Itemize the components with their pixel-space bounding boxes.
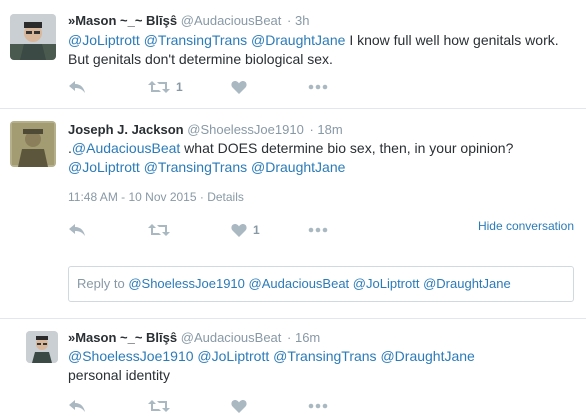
like-count: 1 bbox=[253, 223, 260, 237]
like-icon bbox=[231, 399, 247, 413]
reply-input[interactable]: Reply to @ShoelessJoe1910 @AudaciousBeat… bbox=[68, 266, 574, 302]
retweet-icon bbox=[148, 223, 170, 237]
tweet-time[interactable]: · 18m bbox=[309, 122, 342, 137]
avatar[interactable] bbox=[26, 331, 58, 363]
like-icon bbox=[231, 80, 247, 94]
tweet-timestamp[interactable]: 11:48 AM - 10 Nov 2015 bbox=[68, 190, 197, 204]
retweet-icon bbox=[148, 80, 170, 94]
tweet-actions bbox=[68, 396, 368, 416]
reply-icon bbox=[68, 80, 86, 94]
reply-icon bbox=[68, 223, 86, 237]
user-handle[interactable]: @AudaciousBeat bbox=[181, 330, 282, 345]
mention-link[interactable]: @TransingTrans bbox=[144, 32, 247, 48]
more-icon bbox=[308, 403, 328, 409]
tweet-header: Joseph J. Jackson @ShoelessJoe1910 · 18m bbox=[68, 122, 343, 137]
tweet-time[interactable]: · 16m bbox=[287, 330, 320, 345]
user-name[interactable]: Joseph J. Jackson bbox=[68, 122, 184, 137]
user-handle[interactable]: @ShoelessJoe1910 bbox=[187, 122, 304, 137]
reply-prefix: Reply to bbox=[77, 276, 125, 291]
mention-link[interactable]: @TransingTrans bbox=[273, 348, 376, 364]
user-name[interactable]: »Mason ~_~ Blīşŝ bbox=[68, 330, 177, 345]
details-link[interactable]: · Details bbox=[200, 190, 244, 204]
reply-mention: @ShoelessJoe1910 bbox=[128, 276, 245, 291]
reply-button[interactable] bbox=[68, 220, 86, 240]
mention-link[interactable]: @DraughtJane bbox=[251, 159, 345, 175]
more-icon bbox=[308, 84, 328, 90]
tweet-text: @JoLiptrott @TransingTrans @DraughtJane … bbox=[68, 31, 574, 69]
user-name[interactable]: »Mason ~_~ Blīşŝ bbox=[68, 13, 177, 28]
mention-link[interactable]: @JoLiptrott bbox=[68, 32, 140, 48]
tweet-text: @ShoelessJoe1910 @JoLiptrott @TransingTr… bbox=[68, 347, 508, 385]
tweet-actions: 1 bbox=[68, 77, 368, 97]
tweet-1: »Mason ~_~ Blīşŝ @AudaciousBeat · 3h @Jo… bbox=[0, 0, 586, 108]
more-button[interactable] bbox=[308, 77, 328, 97]
reply-mention: @DraughtJane bbox=[423, 276, 511, 291]
tweet-timestamp-line: 11:48 AM - 10 Nov 2015 · Details bbox=[68, 190, 244, 204]
reply-button[interactable] bbox=[68, 77, 86, 97]
retweet-icon bbox=[148, 399, 170, 413]
hide-conversation-link[interactable]: Hide conversation bbox=[478, 219, 574, 233]
mention-link[interactable]: @TransingTrans bbox=[144, 159, 247, 175]
more-button[interactable] bbox=[308, 396, 328, 416]
reply-button[interactable] bbox=[68, 396, 86, 416]
mention-link[interactable]: @JoLiptrott bbox=[197, 348, 269, 364]
mention-link[interactable]: @DraughtJane bbox=[380, 348, 474, 364]
mention-link[interactable]: @JoLiptrott bbox=[68, 159, 140, 175]
tweet-text: .@AudaciousBeat what DOES determine bio … bbox=[68, 139, 574, 177]
mention-link[interactable]: @AudaciousBeat bbox=[72, 140, 180, 156]
mention-link[interactable]: @ShoelessJoe1910 bbox=[68, 348, 194, 364]
mention-link[interactable]: @DraughtJane bbox=[251, 32, 345, 48]
like-button[interactable] bbox=[231, 77, 247, 97]
tweet-3: »Mason ~_~ Blīşŝ @AudaciousBeat · 16m @S… bbox=[0, 319, 586, 419]
tweet-body: personal identity bbox=[68, 367, 170, 383]
more-icon bbox=[308, 227, 328, 233]
reply-icon bbox=[68, 399, 86, 413]
reply-mention: @JoLiptrott bbox=[352, 276, 420, 291]
like-button[interactable] bbox=[231, 396, 247, 416]
avatar[interactable] bbox=[10, 14, 56, 60]
avatar[interactable] bbox=[10, 121, 56, 167]
like-icon bbox=[231, 223, 247, 237]
tweet-body: what DOES determine bio sex, then, in yo… bbox=[180, 140, 514, 156]
retweet-button[interactable] bbox=[148, 396, 170, 416]
tweet-actions: 1 bbox=[68, 220, 368, 240]
retweet-button[interactable]: 1 bbox=[148, 77, 183, 97]
tweet-header: »Mason ~_~ Blīşŝ @AudaciousBeat · 3h bbox=[68, 13, 309, 28]
retweet-count: 1 bbox=[176, 80, 183, 94]
tweet-time[interactable]: · 3h bbox=[287, 13, 309, 28]
like-button[interactable]: 1 bbox=[231, 220, 260, 240]
retweet-button[interactable] bbox=[148, 220, 170, 240]
more-button[interactable] bbox=[308, 220, 328, 240]
user-handle[interactable]: @AudaciousBeat bbox=[181, 13, 282, 28]
reply-mention: @AudaciousBeat bbox=[248, 276, 350, 291]
tweet-header: »Mason ~_~ Blīşŝ @AudaciousBeat · 16m bbox=[68, 330, 320, 345]
